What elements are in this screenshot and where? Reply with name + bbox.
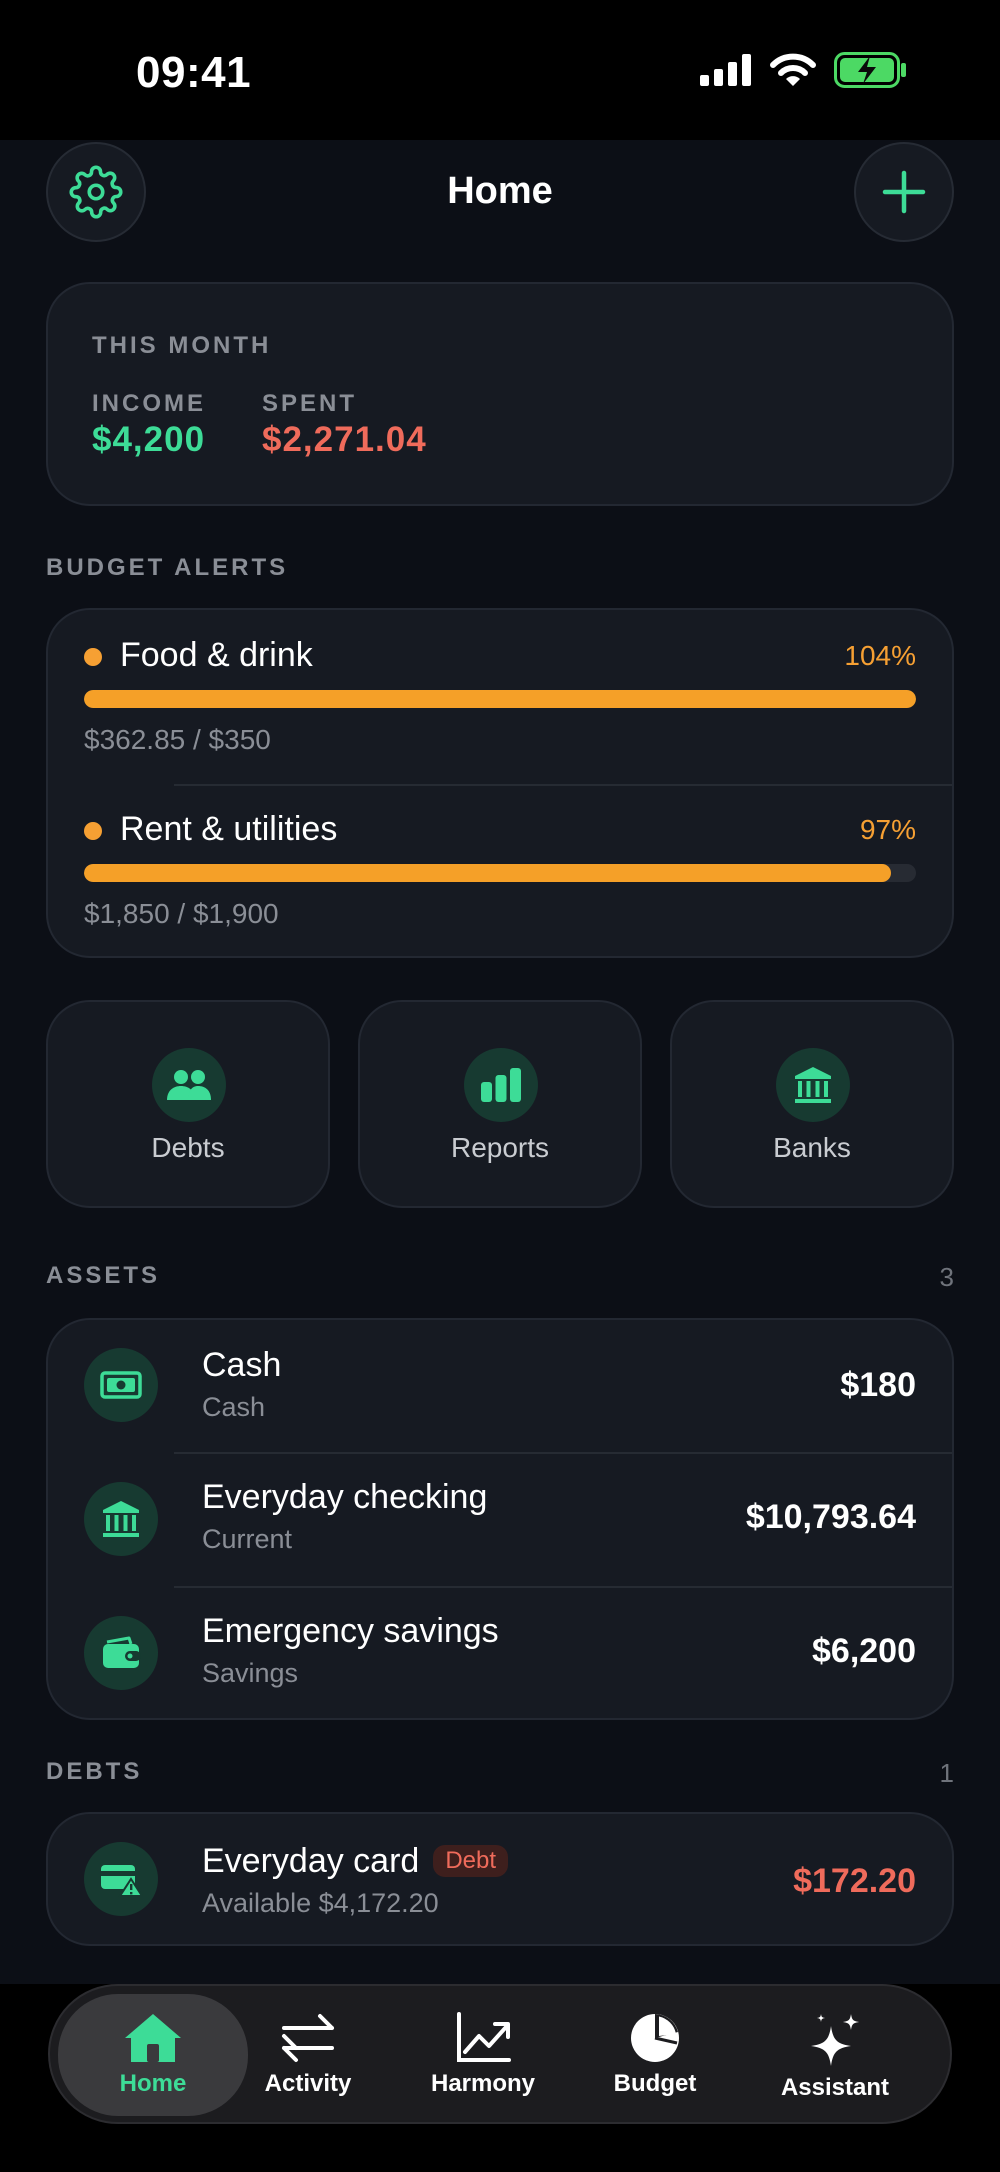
bar-chart-icon [481, 1068, 521, 1102]
assets-card: Cash Cash $180 Everyday checking Current… [46, 1318, 954, 1720]
alert-percent: 97% [859, 814, 916, 845]
budget-alert-row[interactable]: Rent & utilities 97% $1,850 / $1,900 [48, 786, 952, 960]
account-type: Cash [202, 1392, 266, 1422]
status-icons [700, 52, 908, 88]
asset-row[interactable]: Emergency savings Savings $6,200 [48, 1588, 952, 1720]
credit-card-alert-icon [101, 1865, 143, 1897]
tab-label: Harmony [430, 2070, 536, 2097]
warning-dot-icon [84, 648, 102, 666]
pie-chart-icon [631, 2014, 679, 2062]
alert-percent: 104% [844, 640, 916, 671]
income-value: $4,200 [92, 420, 206, 459]
debt-row[interactable]: Everyday card Debt Available $4,172.20 $1… [48, 1814, 952, 1944]
spent-label: SPENT [262, 390, 358, 417]
alert-amounts: $362.85 / $350 [84, 724, 271, 755]
debt-balance: $172.20 [793, 1862, 916, 1900]
asset-row[interactable]: Everyday checking Current $10,793.64 [48, 1454, 952, 1586]
alert-progress-fill [84, 864, 892, 882]
warning-dot-icon [84, 822, 102, 840]
reports-shortcut[interactable]: Reports [358, 1000, 642, 1208]
alert-amounts: $1,850 / $1,900 [84, 898, 279, 929]
account-balance: $10,793.64 [745, 1498, 916, 1536]
month-summary-card[interactable]: THIS MONTH INCOME $4,200 SPENT $2,271.04 [46, 282, 954, 506]
account-balance: $180 [840, 1366, 916, 1404]
account-name: Cash [202, 1346, 282, 1384]
budget-alert-row[interactable]: Food & drink 104% $362.85 / $350 [48, 610, 952, 784]
tab-label: Budget [613, 2070, 697, 2097]
tab-budget[interactable]: Budget [580, 1994, 730, 2116]
signal-icon [700, 54, 751, 86]
assets-count: 3 [939, 1262, 954, 1292]
status-time: 09:41 [136, 48, 252, 97]
account-type: Current [202, 1524, 293, 1554]
account-balance: $6,200 [812, 1632, 916, 1670]
alert-progress-track [84, 690, 916, 708]
spent-value: $2,271.04 [262, 420, 427, 459]
debts-label: DEBTS [46, 1758, 143, 1785]
banks-shortcut[interactable]: Banks [670, 1000, 954, 1208]
debts-card: Everyday card Debt Available $4,172.20 $1… [46, 1812, 954, 1946]
shortcut-label: Reports [450, 1132, 550, 1163]
battery-charging-icon [834, 52, 906, 88]
bank-icon [795, 1067, 831, 1103]
account-name: Emergency savings [202, 1612, 499, 1650]
debts-count: 1 [939, 1758, 954, 1788]
tab-home[interactable]: Home [58, 1994, 248, 2116]
trend-chart-icon [457, 2012, 511, 2062]
budget-alerts-card: Food & drink 104% $362.85 / $350 Rent & … [46, 608, 954, 958]
tab-label: Home [119, 2070, 187, 2097]
assets-label: ASSETS [46, 1262, 161, 1289]
account-name: Everyday checking [202, 1478, 488, 1516]
account-type: Savings [202, 1658, 299, 1688]
income-label: INCOME [92, 390, 206, 417]
plus-icon [882, 170, 926, 214]
tab-harmony[interactable]: Harmony [408, 1994, 558, 2116]
house-icon [125, 2014, 181, 2062]
arrows-swap-icon [282, 2014, 334, 2062]
account-name: Everyday card [202, 1842, 420, 1880]
budget-alerts-label: BUDGET ALERTS [46, 554, 289, 581]
debts-shortcut[interactable]: Debts [46, 1000, 330, 1208]
alert-progress-fill [84, 690, 916, 708]
wallet-icon [103, 1636, 141, 1668]
alert-name: Rent & utilities [120, 810, 338, 848]
period-label: THIS MONTH [92, 332, 272, 359]
shortcut-label: Banks [773, 1132, 851, 1163]
tab-label: Activity [264, 2070, 352, 2097]
tab-assistant[interactable]: Assistant [750, 1994, 920, 2116]
people-icon [167, 1070, 211, 1100]
sparkles-icon [811, 2014, 859, 2066]
tab-bar: Home Activity Harmony Budget Assistant [48, 1984, 952, 2124]
banknote-icon [100, 1371, 142, 1399]
wifi-icon [770, 53, 816, 86]
status-bar: 09:41 [0, 0, 1000, 140]
tab-activity[interactable]: Activity [233, 1994, 383, 2116]
account-name-line: Everyday card Debt [202, 1842, 509, 1881]
alert-name: Food & drink [120, 636, 313, 674]
app-screen: Home THIS MONTH INCOME $4,200 SPENT $2,2… [0, 140, 1000, 2172]
asset-row[interactable]: Cash Cash $180 [48, 1320, 952, 1452]
debt-badge: Debt [433, 1845, 509, 1877]
add-button[interactable] [854, 142, 954, 242]
bank-icon [103, 1501, 139, 1537]
available-credit: Available $4,172.20 [202, 1888, 439, 1918]
alert-progress-track [84, 864, 916, 882]
shortcut-label: Debts [151, 1132, 225, 1163]
tab-label: Assistant [780, 2074, 890, 2101]
page-title: Home [447, 170, 553, 212]
